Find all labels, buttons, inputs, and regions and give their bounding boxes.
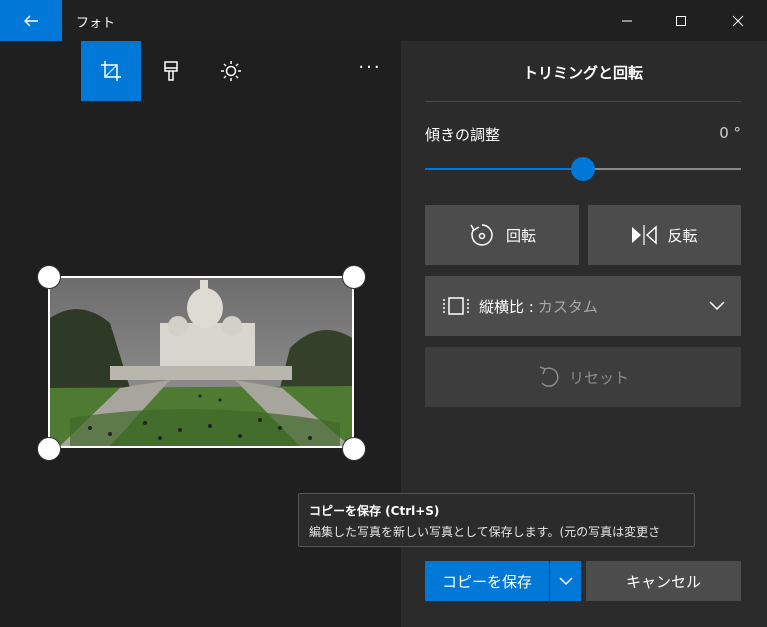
- aspect-ratio-value: カスタム: [537, 297, 598, 316]
- tooltip-description: 編集した写真を新しい写真として保存します。(元の写真は変更さ: [309, 525, 661, 539]
- aspect-ratio-label: 縦横比 :: [479, 297, 534, 316]
- crop-handle-bottom-right[interactable]: [342, 437, 366, 461]
- reset-label: リセット: [568, 368, 629, 387]
- cancel-button[interactable]: キャンセル: [586, 561, 741, 601]
- tilt-slider-fill: [425, 168, 583, 170]
- close-icon: [732, 15, 744, 26]
- flip-icon: [632, 225, 658, 245]
- aspect-ratio-dropdown[interactable]: 縦横比 : カスタム: [425, 276, 741, 336]
- save-copy-button[interactable]: コピーを保存: [425, 561, 549, 601]
- rotate-button[interactable]: 回転: [425, 205, 579, 265]
- back-button[interactable]: [0, 0, 62, 41]
- title-bar: フォト: [0, 0, 767, 41]
- crop-handle-top-left[interactable]: [37, 265, 61, 289]
- panel-divider: [425, 101, 741, 102]
- crop-handle-bottom-left[interactable]: [37, 437, 61, 461]
- back-arrow-icon: [24, 15, 38, 26]
- maximize-icon: [676, 15, 686, 26]
- cancel-label: キャンセル: [625, 572, 701, 591]
- rotate-icon: [470, 224, 493, 246]
- save-copy-tooltip: コピーを保存 (Ctrl+S) 編集した写真を新しい写真として保存します。(元の…: [298, 493, 695, 547]
- photo-image: [50, 278, 352, 446]
- tilt-value: 0 °: [719, 124, 741, 142]
- minimize-icon: [622, 20, 632, 21]
- rotate-label: 回転: [505, 226, 536, 245]
- panel-title: トリミングと回転: [522, 64, 643, 82]
- photo-preview[interactable]: [48, 276, 354, 448]
- tooltip-title: コピーを保存 (Ctrl+S): [309, 504, 440, 518]
- crop-handle-top-right[interactable]: [342, 265, 366, 289]
- tilt-label: 傾きの調整: [425, 126, 501, 144]
- minimize-button[interactable]: [599, 0, 655, 41]
- tilt-slider-thumb[interactable]: [571, 157, 595, 181]
- save-copy-label: コピーを保存: [441, 572, 532, 591]
- aspect-ratio-icon: [443, 297, 469, 315]
- undo-icon: [539, 366, 559, 387]
- app-title: フォト: [76, 16, 116, 31]
- maximize-button[interactable]: [653, 0, 709, 41]
- chevron-down-icon: [558, 576, 573, 585]
- save-options-dropdown-button[interactable]: [550, 561, 581, 601]
- chevron-down-icon: [709, 301, 725, 311]
- reset-button[interactable]: リセット: [425, 347, 741, 407]
- flip-label: 反転: [667, 226, 698, 245]
- close-button[interactable]: [710, 0, 766, 41]
- flip-button[interactable]: 反転: [588, 205, 741, 265]
